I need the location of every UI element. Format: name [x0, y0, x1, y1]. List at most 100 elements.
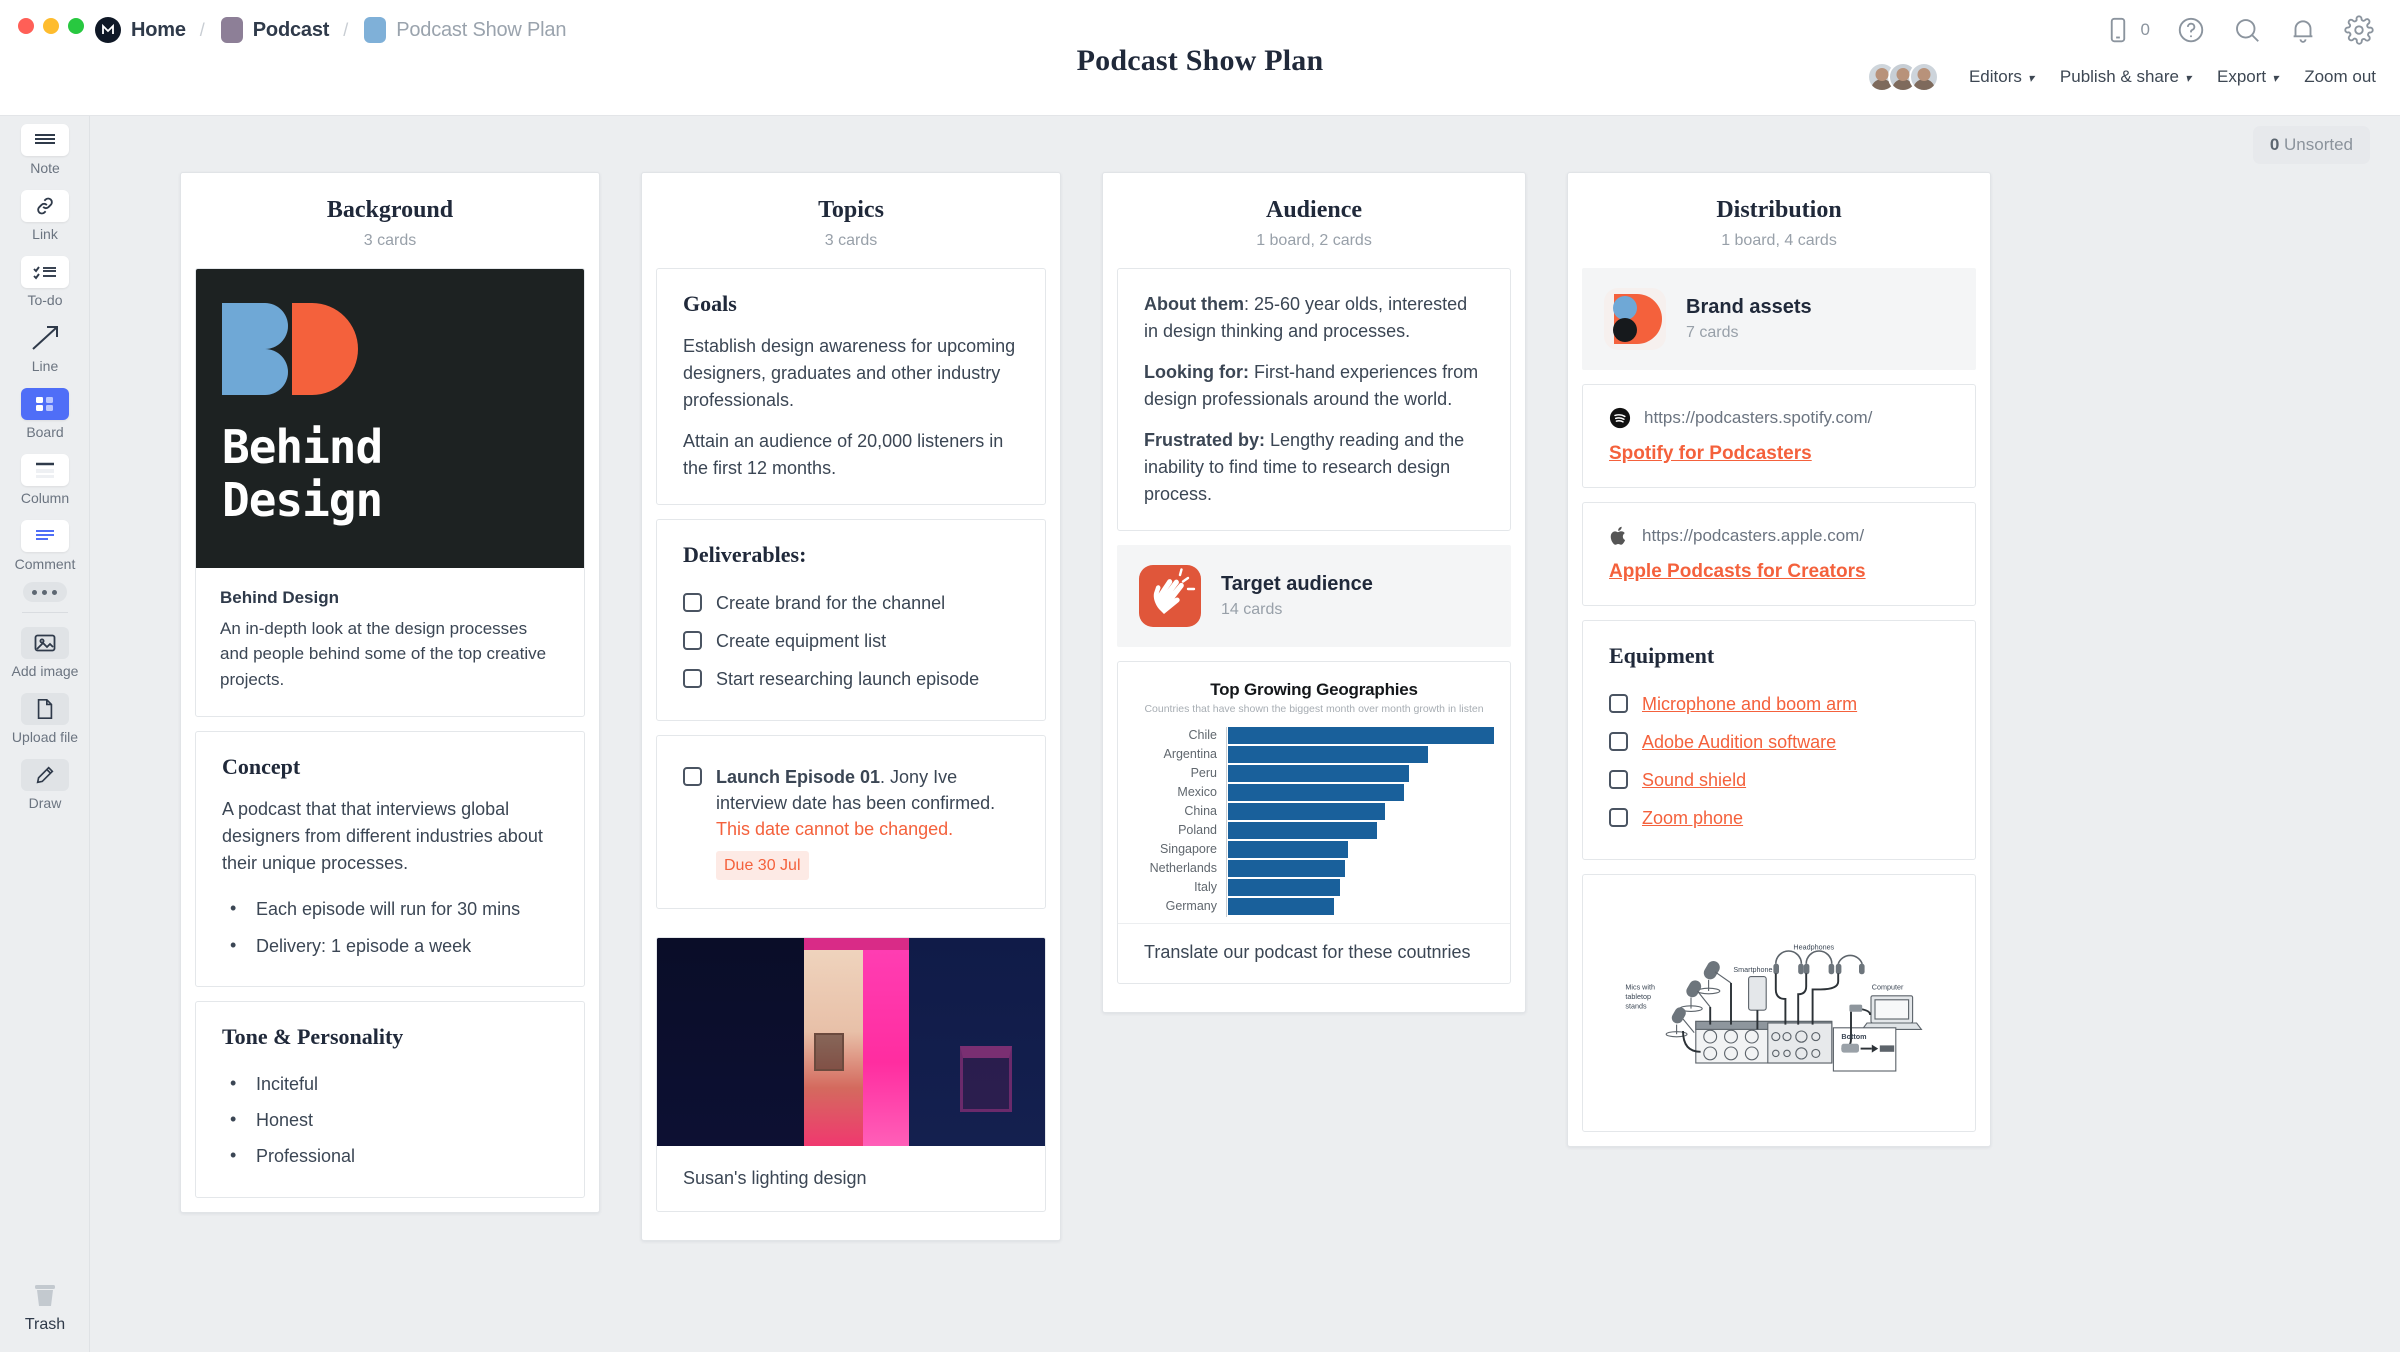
todo-item[interactable]: Sound shield: [1609, 761, 1949, 799]
sidebar-label-link: Link: [32, 226, 58, 242]
todo-item-launch[interactable]: Launch Episode 01. Jony Ive interview da…: [683, 758, 1019, 885]
todo-item[interactable]: Adobe Audition software: [1609, 723, 1949, 761]
sidebar-more-button[interactable]: [0, 578, 89, 602]
search-icon[interactable]: [2232, 15, 2262, 45]
editor-avatars[interactable]: [1866, 62, 1939, 92]
card-deliverables[interactable]: Deliverables: Create brand for the chann…: [656, 519, 1046, 722]
looking-for-label: Looking for:: [1144, 362, 1249, 382]
todo-label[interactable]: Microphone and boom arm: [1642, 691, 1857, 717]
trash-icon: [0, 1281, 90, 1316]
todo-item[interactable]: Create equipment list: [683, 622, 1019, 660]
lighting-design-photo: [657, 937, 1045, 1146]
chevron-down-icon: ▾: [2272, 71, 2279, 85]
account-menu-row: Editors ▾ Publish & share ▾ Export ▾ Zoom o…: [1866, 60, 2376, 94]
sidebar-item-upload-file[interactable]: Upload file: [0, 685, 90, 751]
sidebar-item-comment[interactable]: Comment: [0, 512, 90, 578]
card-chart[interactable]: Top Growing Geographies Countries that h…: [1117, 661, 1511, 984]
chart-bar: [1228, 765, 1409, 782]
frustrated-by-label: Frustrated by:: [1144, 430, 1266, 450]
note-icon: [21, 124, 69, 156]
todo-item[interactable]: Create brand for the channel: [683, 584, 1019, 622]
checkbox[interactable]: [1609, 694, 1628, 713]
tone-bullet-list: Inciteful Honest Professional: [222, 1066, 558, 1175]
notification-icon[interactable]: [2288, 15, 2318, 45]
sidebar-item-column[interactable]: Column: [0, 446, 90, 512]
link-title-spotify[interactable]: Spotify for Podcasters: [1609, 443, 1949, 465]
sidebar-item-todo[interactable]: To-do: [0, 248, 90, 314]
minimize-window-button[interactable]: [43, 18, 59, 34]
editors-menu[interactable]: Editors ▾: [1969, 67, 2034, 87]
sidebar-item-link[interactable]: Link: [0, 182, 90, 248]
milanote-logo-icon[interactable]: [95, 17, 121, 43]
clapping-hands-icon: [1139, 565, 1201, 627]
card-equipment-diagram[interactable]: Mics with tabletop stands Smartphone Hea…: [1582, 874, 1976, 1133]
avatar[interactable]: [1908, 62, 1939, 92]
sidebar-item-trash[interactable]: Trash: [0, 1281, 90, 1334]
export-menu[interactable]: Export ▾: [2217, 67, 2278, 87]
todo-label[interactable]: Sound shield: [1642, 767, 1746, 793]
board-tile-target-audience[interactable]: Target audience 14 cards: [1117, 545, 1511, 647]
card-launch-episode[interactable]: Launch Episode 01. Jony Ive interview da…: [656, 735, 1046, 909]
concept-heading: Concept: [222, 754, 301, 780]
checkbox[interactable]: [1609, 732, 1628, 752]
board-name: Target audience: [1221, 573, 1373, 595]
brand-heading: Behind Design: [220, 587, 340, 607]
board-blue-icon[interactable]: [364, 17, 387, 43]
checkbox[interactable]: [683, 631, 702, 651]
sidebar-item-note[interactable]: Note: [0, 116, 90, 182]
card-equipment[interactable]: Equipment Microphone and boom arm Adobe …: [1582, 620, 1976, 861]
breadcrumb-item-podcast[interactable]: Podcast: [253, 19, 330, 42]
list-item: Delivery: 1 episode a week: [222, 928, 558, 964]
sidebar-item-board[interactable]: Board: [0, 380, 90, 446]
settings-icon[interactable]: [2344, 15, 2374, 45]
close-window-button[interactable]: [18, 18, 34, 34]
column-body-background: Behind Design Behind Design An in-depth …: [181, 268, 599, 1212]
checkbox[interactable]: [683, 669, 702, 689]
chart-note: Translate our podcast for these coutnrie…: [1118, 923, 1510, 983]
checkbox[interactable]: [683, 767, 702, 787]
logo-line-2: Design: [222, 473, 383, 528]
column-title: Audience: [1266, 197, 1362, 223]
checkbox[interactable]: [683, 593, 702, 612]
todo-label[interactable]: Adobe Audition software: [1642, 729, 1836, 755]
diagram-label-headphones: Headphones: [1793, 943, 1834, 952]
comment-icon: [21, 520, 69, 552]
line-icon: [21, 322, 69, 354]
card-lighting-photo[interactable]: Susan's lighting design: [656, 936, 1046, 1212]
window-traffic-lights[interactable]: [18, 18, 84, 34]
card-concept[interactable]: Concept A podcast that that interviews g…: [195, 731, 585, 987]
card-brand-logo[interactable]: Behind Design Behind Design An in-depth …: [195, 268, 585, 718]
card-link-spotify[interactable]: https://podcasters.spotify.com/ Spotify …: [1582, 384, 1976, 488]
about-them-label: About them: [1144, 294, 1244, 314]
todo-item[interactable]: Zoom phone: [1609, 799, 1949, 837]
sidebar-label-todo: To-do: [27, 292, 63, 308]
folder-purple-icon[interactable]: [220, 17, 243, 43]
card-tone-personality[interactable]: Tone & Personality Inciteful Honest Prof…: [195, 1000, 585, 1198]
checkbox[interactable]: [1609, 770, 1628, 790]
unsorted-badge[interactable]: 0 Unsorted: [2252, 126, 2370, 164]
zoom-out-button[interactable]: Zoom out: [2304, 67, 2376, 87]
diagram-label-mics: Mics with: [1625, 983, 1655, 992]
maximize-window-button[interactable]: [68, 18, 84, 34]
checkbox[interactable]: [1609, 808, 1628, 828]
chart-bar: [1228, 803, 1385, 820]
help-icon[interactable]: [2176, 15, 2206, 45]
todo-item[interactable]: Microphone and boom arm: [1609, 685, 1949, 723]
mobile-icon[interactable]: [2103, 15, 2133, 45]
sidebar-label-draw: Draw: [28, 795, 62, 811]
card-link-apple[interactable]: https://podcasters.apple.com/ Apple Podc…: [1582, 502, 1976, 606]
sidebar-item-draw[interactable]: Draw: [0, 751, 90, 817]
todo-item[interactable]: Start researching launch episode: [683, 660, 1019, 698]
card-goals[interactable]: Goals Establish design awareness for upc…: [656, 268, 1046, 505]
publish-share-menu[interactable]: Publish & share ▾: [2060, 67, 2191, 87]
card-brand-text: Behind Design An in-depth look at the de…: [196, 568, 584, 716]
todo-label[interactable]: Zoom phone: [1642, 805, 1743, 831]
card-about-audience[interactable]: About them: 25-60 year olds, interested …: [1117, 268, 1511, 531]
chart-bar: [1228, 898, 1335, 915]
board-tile-brand-assets[interactable]: Brand assets 7 cards: [1582, 268, 1976, 370]
sidebar-item-add-image[interactable]: Add image: [0, 619, 90, 685]
link-title-apple[interactable]: Apple Podcasts for Creators: [1609, 561, 1949, 583]
breadcrumb-item-home[interactable]: Home: [131, 19, 186, 42]
about-them-line: About them: 25-60 year olds, interested …: [1144, 291, 1484, 345]
sidebar-item-line[interactable]: Line: [0, 314, 90, 380]
